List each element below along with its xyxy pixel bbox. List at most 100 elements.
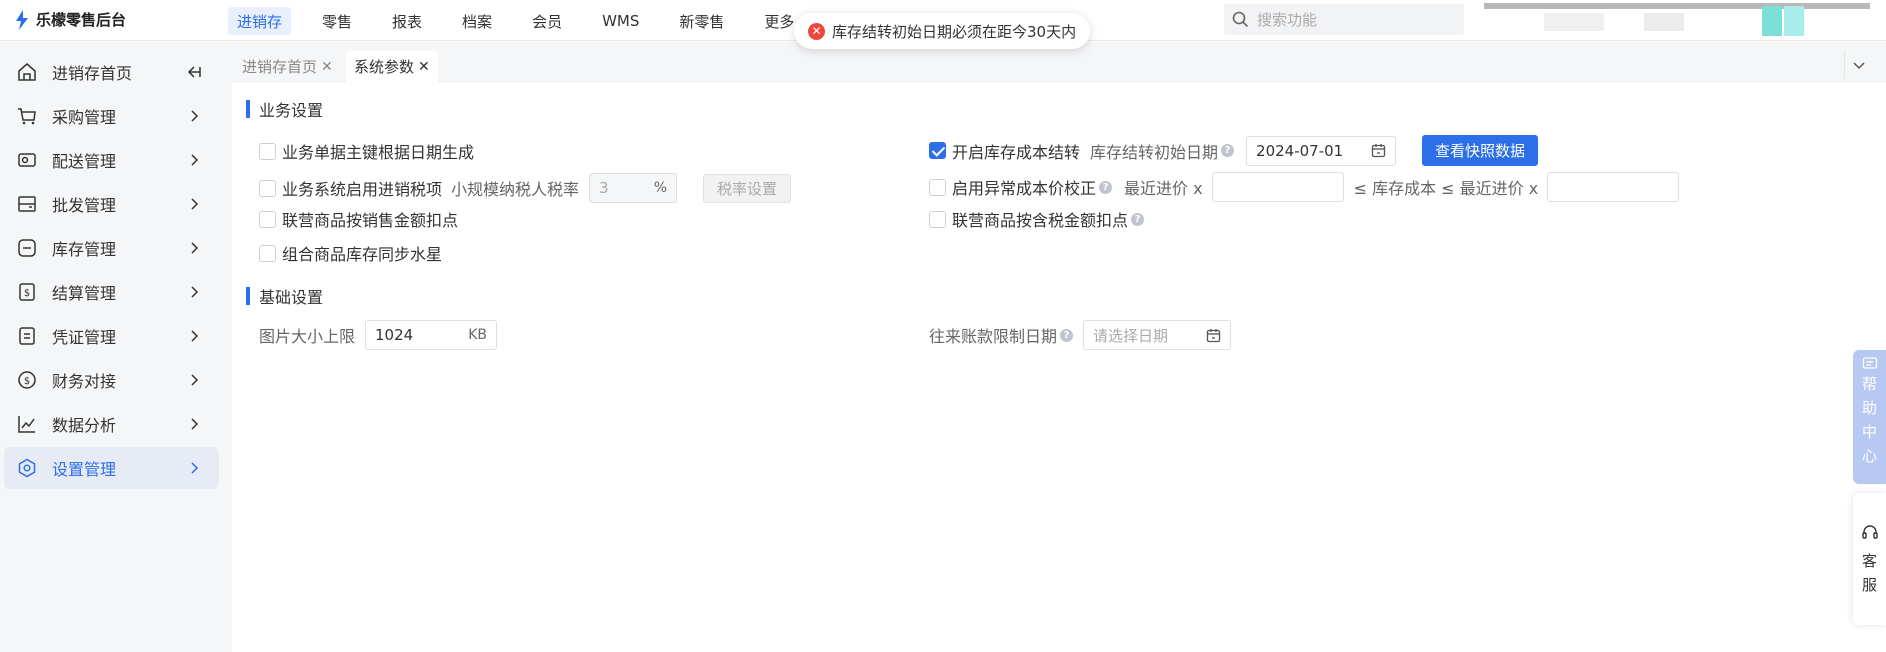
nav-item-wms[interactable]: WMS <box>593 7 648 35</box>
nav-item-reports[interactable]: 报表 <box>383 7 431 35</box>
taxrate-input[interactable]: 3 % <box>589 173 678 203</box>
help-center-button[interactable]: 帮 助 中 心 <box>1853 350 1886 484</box>
ar-limit-placeholder: 请选择日期 <box>1093 326 1169 345</box>
sidebar-item-label: 配送管理 <box>52 152 117 171</box>
checkbox[interactable] <box>259 210 276 228</box>
top-nav: 进销存 零售 报表 档案 会员 WMS 新零售 更多 <box>228 7 825 35</box>
sidebar-item-voucher[interactable]: 凭证管理 <box>4 315 219 357</box>
sidebar-item-settlement[interactable]: $ 结算管理 <box>4 271 219 313</box>
chevron-right-icon <box>191 154 199 166</box>
sidebar: 进销存首页 采购管理 配送管理 批发管理 库存管理 $ 结算管理 凭证管理 $ … <box>0 42 232 652</box>
sidebar-item-analytics[interactable]: 数据分析 <box>4 403 219 445</box>
sidebar-item-label: 数据分析 <box>52 416 117 435</box>
option-joint-sales[interactable]: 联营商品按销售金额扣点 <box>259 207 458 231</box>
chevron-right-icon <box>191 462 199 474</box>
section-business: 业务设置 <box>246 97 323 121</box>
checkbox[interactable] <box>929 178 946 196</box>
voucher-icon <box>16 325 38 347</box>
cs-char: 服 <box>1861 576 1877 594</box>
avatar[interactable] <box>1762 6 1782 36</box>
option-combo-sync[interactable]: 组合商品库存同步水星 <box>259 241 442 265</box>
option-abnormal-cost[interactable]: 启用异常成本价校正 ? 最近进价 x ≤ 库存成本 ≤ 最近进价 x <box>929 172 1680 202</box>
tab-label: 系统参数 <box>354 58 415 76</box>
view-snapshot-button[interactable]: 查看快照数据 <box>1422 135 1539 166</box>
ar-limit-date-input[interactable]: 请选择日期 <box>1083 320 1232 350</box>
sidebar-item-label: 库存管理 <box>52 240 117 259</box>
sidebar-item-wholesale[interactable]: 批发管理 <box>4 183 219 225</box>
upper-ratio-input[interactable] <box>1547 172 1680 202</box>
option-label: 业务单据主键根据日期生成 <box>282 143 475 162</box>
taxrate-label: 小规模纳税人税率 <box>451 180 580 199</box>
tab-jxc-home[interactable]: 进销存首页 ✕ <box>234 51 341 82</box>
checkbox-checked[interactable] <box>929 142 946 159</box>
checkbox[interactable] <box>259 179 276 197</box>
search-box[interactable]: 搜索功能 <box>1224 4 1464 35</box>
sidebar-item-label: 凭证管理 <box>52 328 117 347</box>
option-joint-tax[interactable]: 联营商品按含税金额扣点 ? <box>929 207 1145 231</box>
sidebar-item-finance[interactable]: $ 财务对接 <box>4 359 219 401</box>
taxrate-value: 3 <box>599 179 609 197</box>
checkbox[interactable] <box>259 142 276 160</box>
tab-label: 进销存首页 <box>242 58 318 76</box>
dollar-doc-icon: $ <box>16 281 38 303</box>
help-icon[interactable]: ? <box>1221 144 1235 157</box>
home-icon <box>16 61 38 83</box>
sidebar-item-jxc-home[interactable]: 进销存首页 <box>4 51 219 93</box>
checkbox[interactable] <box>259 244 276 262</box>
option-label: 业务系统启用进销税项 <box>282 180 443 199</box>
help-icon[interactable]: ? <box>1060 328 1074 342</box>
checkbox[interactable] <box>929 210 946 228</box>
collapse-sidebar-icon[interactable] <box>185 63 203 81</box>
svg-text:$: $ <box>24 288 30 299</box>
chevron-right-icon <box>191 286 199 298</box>
error-icon: ✕ <box>808 22 825 40</box>
chevron-right-icon <box>191 374 199 386</box>
user-area[interactable] <box>1484 3 1870 36</box>
logo-icon <box>16 9 28 30</box>
section-title: 基础设置 <box>259 288 324 307</box>
app-name: 乐檬零售后台 <box>36 11 127 29</box>
sidebar-item-inventory[interactable]: 库存管理 <box>4 227 219 269</box>
option-date-key[interactable]: 业务单据主键根据日期生成 <box>259 139 474 163</box>
sidebar-item-purchase[interactable]: 采购管理 <box>4 95 219 137</box>
nav-item-archive[interactable]: 档案 <box>453 7 501 35</box>
chevron-right-icon <box>191 418 199 430</box>
lower-ratio-input[interactable] <box>1211 172 1344 202</box>
image-size-input[interactable]: 1024 KB <box>365 320 498 350</box>
section-basic: 基础设置 <box>246 284 323 308</box>
nav-item-new-retail[interactable]: 新零售 <box>670 7 733 35</box>
option-cost-rollover[interactable]: 开启库存成本结转 库存结转初始日期 ? 2024-07-01 查看快照数据 <box>929 135 1539 166</box>
option-label: 联营商品按销售金额扣点 <box>282 211 459 230</box>
taxrate-settings-button[interactable]: 税率设置 <box>703 173 792 203</box>
app-logo[interactable]: 乐檬零售后台 <box>14 9 126 30</box>
close-icon[interactable]: ✕ <box>321 59 333 75</box>
section-marker <box>246 100 250 118</box>
tab-menu-button[interactable] <box>1844 51 1872 79</box>
main-content: 业务设置 业务单据主键根据日期生成 业务系统启用进销税项 小规模纳税人税率 3 … <box>232 82 1852 652</box>
sidebar-item-label: 财务对接 <box>52 372 117 391</box>
help-char: 心 <box>1861 447 1877 465</box>
help-icon[interactable]: ? <box>1131 212 1145 226</box>
toast-message: 库存结转初始日期必须在距今30天内 <box>832 22 1077 41</box>
search-placeholder: 搜索功能 <box>1257 11 1318 29</box>
message-icon <box>1862 357 1877 369</box>
truck-icon <box>16 149 38 171</box>
option-label: 开启库存成本结转 <box>952 142 1081 162</box>
sidebar-item-distribution[interactable]: 配送管理 <box>4 139 219 181</box>
close-icon[interactable]: ✕ <box>418 59 430 75</box>
section-marker <box>246 287 250 305</box>
nav-item-retail[interactable]: 零售 <box>313 7 361 35</box>
help-icon[interactable]: ? <box>1099 180 1113 194</box>
rollover-date-input[interactable]: 2024-07-01 <box>1246 135 1397 166</box>
tab-system-params[interactable]: 系统参数 ✕ <box>346 51 438 82</box>
nav-item-jxc[interactable]: 进销存 <box>228 7 292 35</box>
nav-item-member[interactable]: 会员 <box>523 7 571 35</box>
sidebar-item-label: 设置管理 <box>52 460 117 479</box>
sidebar-item-settings[interactable]: 设置管理 <box>4 447 219 489</box>
customer-service-button[interactable]: 客 服 <box>1853 493 1886 625</box>
cs-char: 客 <box>1861 552 1877 570</box>
avatar-edge <box>1784 6 1804 36</box>
chart-icon <box>16 413 38 435</box>
svg-text:$: $ <box>24 376 30 387</box>
option-tax-items[interactable]: 业务系统启用进销税项 小规模纳税人税率 3 % 税率设置 <box>259 173 792 203</box>
